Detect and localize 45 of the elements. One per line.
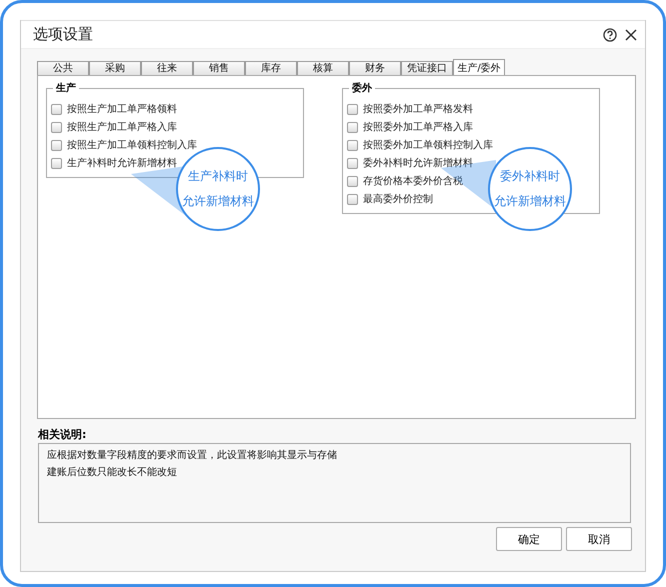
checkbox[interactable] (51, 122, 62, 132)
dialog-button[interactable]: 取消 (566, 527, 632, 551)
option-label: 存货价格本委外价含税 (363, 174, 463, 188)
option-label: 按照委外加工单严格入库 (363, 120, 473, 134)
option-label: 委外补料时允许新增材料 (363, 156, 473, 170)
checkbox[interactable] (347, 158, 358, 168)
checkbox[interactable] (51, 158, 62, 168)
description-text: 建账后位数只能改长不能改短 (47, 466, 178, 479)
checkbox[interactable] (347, 104, 358, 114)
description-label: 相关说明: (38, 427, 88, 442)
dialog-button[interactable]: 确定 (496, 527, 562, 551)
checkbox[interactable] (347, 176, 358, 186)
option-label: 最高委外价控制 (363, 192, 433, 206)
help-icon (603, 28, 617, 42)
option-label: 按照生产加工单严格入库 (67, 120, 177, 134)
option-label: 按照委外加工单严格发料 (363, 102, 473, 116)
checkbox[interactable] (347, 122, 358, 132)
tab[interactable]: 销售 (193, 61, 245, 75)
option-label: 按照委外加工单领料控制入库 (363, 138, 493, 152)
checkbox[interactable] (51, 104, 62, 114)
option-label: 按照生产加工单严格领料 (67, 102, 177, 116)
callout-text: 允许新增材料 (494, 193, 566, 210)
tab[interactable]: 凭证接口 (401, 61, 453, 75)
tab[interactable]: 财务 (349, 61, 401, 75)
callout-text: 委外补料时 (500, 168, 560, 185)
checkbox[interactable] (51, 140, 62, 150)
callout-text: 允许新增材料 (182, 193, 254, 210)
callout-text: 生产补料时 (188, 168, 248, 185)
checkbox[interactable] (347, 194, 358, 204)
tab[interactable]: 往来 (141, 61, 193, 75)
checkbox[interactable] (347, 140, 358, 150)
tab[interactable]: 采购 (89, 61, 141, 75)
close-icon (625, 28, 637, 40)
option-label: 按照生产加工单领料控制入库 (67, 138, 197, 152)
option-label: 生产补料时允许新增材料 (67, 156, 177, 170)
tab[interactable]: 核算 (297, 61, 349, 75)
tab[interactable]: 生产/委外 (453, 59, 505, 76)
group-title: 委外 (349, 81, 375, 95)
group-title: 生产 (53, 81, 79, 95)
close-button[interactable] (625, 28, 637, 40)
tab[interactable]: 公共 (37, 61, 89, 75)
window-title: 选项设置 (33, 25, 94, 44)
tab[interactable]: 库存 (245, 61, 297, 75)
help-button[interactable] (603, 28, 617, 42)
description-text: 应根据对数量字段精度的要求而设置，此设置将影响其显示与存储 (47, 448, 338, 462)
